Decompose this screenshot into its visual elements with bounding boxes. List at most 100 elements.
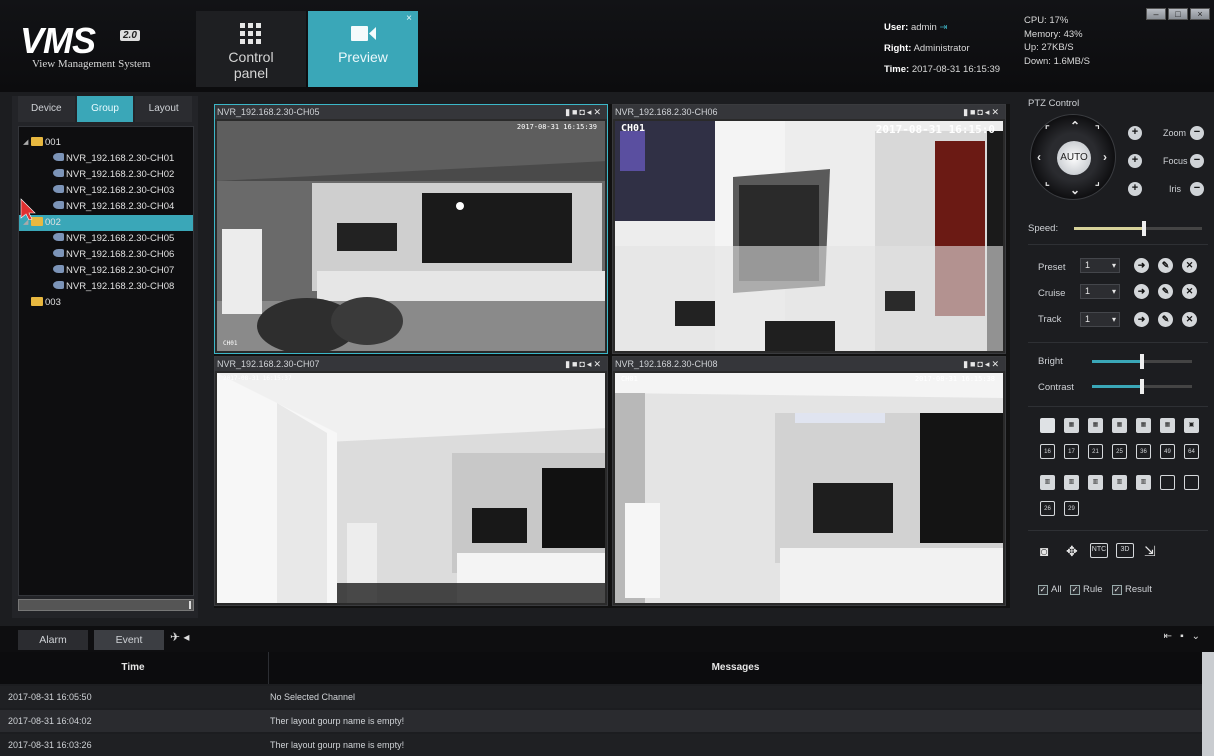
track-edit-icon[interactable]: ✎ bbox=[1158, 312, 1173, 327]
video-cell-2[interactable]: NVR_192.168.2.30-CH06 ▮■◘◂✕ 2017-08-31 1… bbox=[612, 104, 1006, 354]
ptz-down-left-icon[interactable]: ⌞ bbox=[1045, 177, 1050, 188]
check-result[interactable]: ✓ Result bbox=[1112, 584, 1152, 595]
layout-center-button[interactable]: ▣ bbox=[1184, 418, 1199, 433]
video-cell-1[interactable]: NVR_192.168.2.30-CH05 ▮■◘◂✕ 2017-08-31 1… bbox=[214, 104, 608, 354]
video-cell-4[interactable]: NVR_192.168.2.30-CH08 ▮■◘◂✕ 2017-08-31 16… bbox=[612, 356, 1006, 606]
preset-select[interactable]: 1 bbox=[1080, 258, 1120, 273]
slider-knob[interactable] bbox=[1140, 379, 1144, 394]
ptz-up-left-icon[interactable]: ⌜ bbox=[1045, 125, 1050, 136]
layout-25-button[interactable]: 25 bbox=[1112, 444, 1127, 459]
ptz-down-right-icon[interactable]: ⌟ bbox=[1095, 177, 1100, 188]
layout-26-button[interactable]: 26 bbox=[1040, 501, 1055, 516]
track-call-icon[interactable]: ➜ bbox=[1134, 312, 1149, 327]
video-cell-tools[interactable]: ▮■◘◂✕ bbox=[565, 105, 603, 119]
pin-icon[interactable]: ⇤ bbox=[1164, 631, 1180, 642]
focus-near-button[interactable]: + bbox=[1128, 154, 1142, 168]
tab-preview[interactable]: × Preview bbox=[308, 11, 418, 87]
snapshot-icon[interactable]: ◙ bbox=[1040, 543, 1048, 559]
checkbox-icon[interactable]: ✓ bbox=[1038, 584, 1048, 595]
tab-close-icon[interactable]: × bbox=[406, 13, 412, 24]
layout-29-button[interactable]: 29 bbox=[1064, 501, 1079, 516]
cruise-call-icon[interactable]: ➜ bbox=[1134, 284, 1149, 299]
ptz-left-icon[interactable]: ‹ bbox=[1037, 150, 1041, 164]
tab-group[interactable]: Group bbox=[76, 96, 134, 122]
ptz-auto-button[interactable]: AUTO bbox=[1057, 141, 1091, 175]
layout-r3-2-button[interactable]: ▥ bbox=[1064, 475, 1079, 490]
preset-delete-icon[interactable]: ✕ bbox=[1182, 258, 1197, 273]
tab-alarm[interactable]: Alarm bbox=[18, 630, 88, 650]
layout-r3-1-button[interactable]: ▥ bbox=[1040, 475, 1055, 490]
scrollbar-thumb[interactable] bbox=[189, 601, 191, 609]
ptz-up-icon[interactable]: ⌃ bbox=[1070, 119, 1080, 133]
tab-control-panel[interactable]: Control panel bbox=[196, 11, 306, 87]
speed-slider[interactable] bbox=[1074, 221, 1202, 236]
slider-knob[interactable] bbox=[1142, 221, 1147, 236]
minimize-button[interactable]: – bbox=[1146, 8, 1166, 20]
contrast-slider[interactable] bbox=[1092, 379, 1192, 394]
sound-icon[interactable]: ◂ bbox=[183, 630, 189, 644]
layout-r3-7-button[interactable] bbox=[1184, 475, 1199, 490]
cruise-edit-icon[interactable]: ✎ bbox=[1158, 284, 1173, 299]
collapse-icon[interactable]: ⌄ bbox=[1192, 631, 1208, 642]
layout-9b-button[interactable]: ▦ bbox=[1160, 418, 1175, 433]
tree-horizontal-scrollbar[interactable] bbox=[18, 599, 194, 611]
iris-close-button[interactable]: − bbox=[1190, 182, 1204, 196]
bright-slider[interactable] bbox=[1092, 354, 1192, 369]
ptz-direction-wheel[interactable]: ⌃ ⌄ ‹ › ⌜ ⌝ ⌞ ⌟ AUTO bbox=[1030, 114, 1116, 200]
layout-9-button[interactable]: ▦ bbox=[1136, 418, 1151, 433]
ptz-right-icon[interactable]: › bbox=[1103, 150, 1107, 164]
layout-64-button[interactable]: 64 bbox=[1184, 444, 1199, 459]
maximize-button[interactable]: □ bbox=[1168, 8, 1188, 20]
tree-folder-003[interactable]: 003 bbox=[19, 295, 193, 311]
check-rule[interactable]: ✓ Rule bbox=[1070, 584, 1103, 595]
layout-49-button[interactable]: 49 bbox=[1160, 444, 1175, 459]
slider-knob[interactable] bbox=[1140, 354, 1144, 369]
3d-button[interactable]: 3D bbox=[1116, 543, 1134, 558]
logout-icon[interactable]: ⇥ bbox=[939, 22, 947, 33]
track-select[interactable]: 1 bbox=[1080, 312, 1120, 327]
layout-r3-6-button[interactable] bbox=[1160, 475, 1175, 490]
focus-far-button[interactable]: − bbox=[1190, 154, 1204, 168]
video-cell-tools[interactable]: ▮■◘◂✕ bbox=[963, 105, 1001, 119]
tree-item-ch03[interactable]: NVR_192.168.2.30-CH03 bbox=[19, 183, 193, 199]
checkbox-icon[interactable]: ✓ bbox=[1070, 584, 1080, 595]
ptz-down-icon[interactable]: ⌄ bbox=[1070, 183, 1080, 197]
ntc-button[interactable]: NTC bbox=[1090, 543, 1108, 558]
layout-6-button[interactable]: ▦ bbox=[1088, 418, 1103, 433]
layout-8-button[interactable]: ▦ bbox=[1112, 418, 1127, 433]
layout-16-button[interactable]: 16 bbox=[1040, 444, 1055, 459]
tree-item-ch05[interactable]: NVR_192.168.2.30-CH05 bbox=[19, 231, 193, 247]
column-messages[interactable]: Messages bbox=[268, 652, 1202, 684]
log-vertical-scrollbar[interactable] bbox=[1202, 652, 1214, 756]
scrollbar-thumb[interactable] bbox=[1202, 652, 1214, 756]
tree-item-ch02[interactable]: NVR_192.168.2.30-CH02 bbox=[19, 167, 193, 183]
broom-icon[interactable]: ✈ bbox=[170, 630, 180, 644]
tree-item-ch08[interactable]: NVR_192.168.2.30-CH08 bbox=[19, 279, 193, 295]
layout-17-button[interactable]: 17 bbox=[1064, 444, 1079, 459]
tree-item-ch06[interactable]: NVR_192.168.2.30-CH06 bbox=[19, 247, 193, 263]
ptz-up-right-icon[interactable]: ⌝ bbox=[1095, 125, 1100, 136]
tree-item-ch07[interactable]: NVR_192.168.2.30-CH07 bbox=[19, 263, 193, 279]
layout-21-button[interactable]: 21 bbox=[1088, 444, 1103, 459]
exit-fullscreen-icon[interactable]: ⇲ bbox=[1144, 543, 1156, 559]
check-all[interactable]: ✓ All bbox=[1038, 584, 1062, 595]
tab-device[interactable]: Device bbox=[18, 96, 75, 122]
zoom-in-button[interactable]: + bbox=[1128, 126, 1142, 140]
table-row[interactable]: 2017-08-31 16:04:02 Ther layout gourp na… bbox=[0, 710, 1202, 732]
video-cell-tools[interactable]: ▮■◘◂✕ bbox=[565, 357, 603, 371]
layout-r3-4-button[interactable]: ▥ bbox=[1112, 475, 1127, 490]
video-cell-3[interactable]: NVR_192.168.2.30-CH07 ▮■◘◂✕ 2017-08-31 16… bbox=[214, 356, 608, 606]
expand-icon[interactable]: ◢ bbox=[23, 135, 28, 151]
tree-folder-002[interactable]: ◢ 002 bbox=[19, 215, 193, 231]
tree-item-ch04[interactable]: NVR_192.168.2.30-CH04 bbox=[19, 199, 193, 215]
tree-folder-001[interactable]: ◢ 001 bbox=[19, 135, 193, 151]
restore-icon[interactable]: ▪ bbox=[1180, 631, 1192, 642]
iris-open-button[interactable]: + bbox=[1128, 182, 1142, 196]
tab-layout[interactable]: Layout bbox=[135, 96, 193, 122]
tree-item-ch01[interactable]: NVR_192.168.2.30-CH01 bbox=[19, 151, 193, 167]
checkbox-icon[interactable]: ✓ bbox=[1112, 584, 1122, 595]
layout-r3-3-button[interactable]: ▥ bbox=[1088, 475, 1103, 490]
close-button[interactable]: × bbox=[1190, 8, 1210, 20]
layout-r3-5-button[interactable]: ▥ bbox=[1136, 475, 1151, 490]
cruise-delete-icon[interactable]: ✕ bbox=[1182, 284, 1197, 299]
